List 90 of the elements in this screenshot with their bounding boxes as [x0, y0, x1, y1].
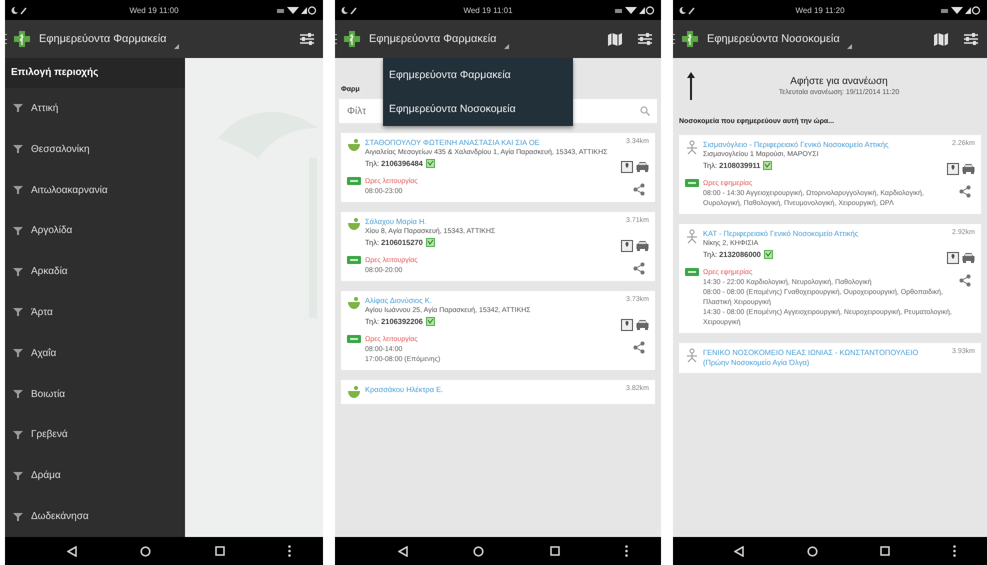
share-icon[interactable]	[959, 185, 971, 198]
mortar-icon	[347, 138, 361, 152]
status-time: Wed 19 11:20	[794, 6, 846, 14]
phone-call-icon[interactable]	[764, 250, 773, 259]
back-icon[interactable]	[734, 546, 744, 556]
overflow-menu-icon[interactable]	[625, 545, 628, 557]
recents-icon[interactable]	[214, 546, 225, 556]
map-pin-icon[interactable]	[621, 240, 633, 252]
car-icon[interactable]	[636, 240, 649, 251]
car-icon[interactable]	[636, 319, 649, 330]
listing-card[interactable]	[679, 224, 981, 333]
recents-icon[interactable]	[880, 546, 890, 556]
filter-settings-icon[interactable]	[299, 32, 315, 46]
region-item[interactable]: Δράμα	[5, 455, 185, 496]
region-item[interactable]: Αιτωλοακαρνανία	[5, 170, 185, 210]
person-icon	[685, 348, 699, 364]
map-icon[interactable]	[607, 32, 623, 46]
car-icon[interactable]	[962, 163, 975, 174]
phone-call-icon[interactable]	[426, 317, 435, 326]
filter-icon	[13, 349, 23, 358]
region-item[interactable]: Αχαΐα	[5, 332, 185, 374]
filter-icon	[13, 308, 23, 316]
phone-call-icon[interactable]	[763, 161, 772, 170]
status-time: Wed 19 11:00	[128, 6, 180, 14]
drawer-header: Επιλογή περιοχής	[5, 58, 185, 88]
region-item[interactable]: Άρτα	[5, 292, 185, 333]
filter-icon	[13, 512, 23, 521]
filter-settings-icon[interactable]	[637, 32, 653, 46]
share-icon[interactable]	[633, 262, 645, 275]
hours-badge-icon	[347, 256, 361, 264]
home-icon[interactable]	[140, 546, 152, 556]
map-pin-icon[interactable]	[621, 319, 633, 331]
filter-icon	[13, 472, 23, 480]
up-arrow-icon	[687, 72, 695, 100]
phone-call-icon[interactable]	[426, 159, 435, 168]
cross-logo-icon	[681, 30, 699, 48]
section-dropdown[interactable]: Εφημερεύοντα Φαρμακεία	[37, 29, 181, 49]
car-icon[interactable]	[636, 161, 649, 172]
back-icon[interactable]	[66, 546, 77, 556]
phone-call-icon[interactable]	[426, 238, 435, 247]
mortar-icon	[347, 385, 361, 399]
signal-battery-icons	[615, 6, 655, 14]
listing-card[interactable]	[679, 135, 981, 214]
status-time: Wed 19 11:01	[462, 6, 514, 14]
mortar-icon	[347, 217, 361, 231]
share-icon[interactable]	[959, 274, 971, 287]
filter-icon	[13, 104, 23, 112]
region-item[interactable]: Θεσσαλονίκη	[5, 128, 185, 170]
share-icon[interactable]	[633, 341, 645, 354]
region-item[interactable]: Δωδεκάνησα	[5, 496, 185, 537]
car-icon[interactable]	[962, 252, 975, 263]
hours-badge-icon	[347, 335, 361, 343]
filter-icon	[13, 430, 23, 439]
section-dropdown[interactable]: Εφημερεύοντα Νοσοκομεία	[705, 29, 854, 49]
back-icon[interactable]	[398, 546, 408, 556]
signal-battery-icons	[277, 6, 317, 14]
overflow-menu-icon[interactable]	[952, 545, 956, 557]
home-icon[interactable]	[473, 546, 484, 556]
region-item[interactable]: Γρεβενά	[5, 414, 185, 456]
menu-item[interactable]: Εφημερεύοντα Φαρμακεία	[383, 58, 573, 92]
region-item[interactable]: Αρκαδία	[5, 251, 185, 292]
person-icon	[685, 229, 699, 245]
cross-logo-icon	[13, 30, 31, 48]
map-pin-icon[interactable]	[947, 163, 959, 175]
hours-badge-icon	[685, 179, 699, 187]
filter-icon	[13, 186, 23, 194]
share-icon[interactable]	[633, 183, 645, 196]
filter-icon	[13, 226, 23, 235]
signal-battery-icons	[941, 6, 981, 14]
cross-logo-icon	[343, 30, 361, 48]
filter-icon	[13, 268, 23, 276]
hours-badge-icon	[347, 177, 361, 185]
map-pin-icon[interactable]	[947, 252, 959, 264]
region-item[interactable]: Βοιωτία	[5, 374, 185, 414]
mortar-icon	[347, 296, 361, 310]
hours-badge-icon	[685, 268, 699, 276]
section-dropdown[interactable]: Εφημερεύοντα Φαρμακεία	[367, 29, 511, 49]
map-pin-icon[interactable]	[621, 161, 633, 173]
person-icon	[685, 140, 699, 156]
map-icon[interactable]	[933, 32, 949, 46]
region-item[interactable]: Αττική	[5, 88, 185, 129]
filter-settings-icon[interactable]	[963, 32, 979, 46]
overflow-menu-icon[interactable]	[288, 545, 292, 557]
filter-icon	[13, 390, 23, 398]
filter-icon	[13, 145, 23, 154]
region-item[interactable]: Αργολίδα	[5, 210, 185, 252]
refresh-title: Αφήστε για ανανέωση	[789, 76, 889, 87]
recents-icon[interactable]	[550, 546, 560, 556]
menu-item[interactable]: Εφημερεύοντα Νοσοκομεία	[383, 92, 573, 126]
home-icon[interactable]	[806, 546, 818, 556]
